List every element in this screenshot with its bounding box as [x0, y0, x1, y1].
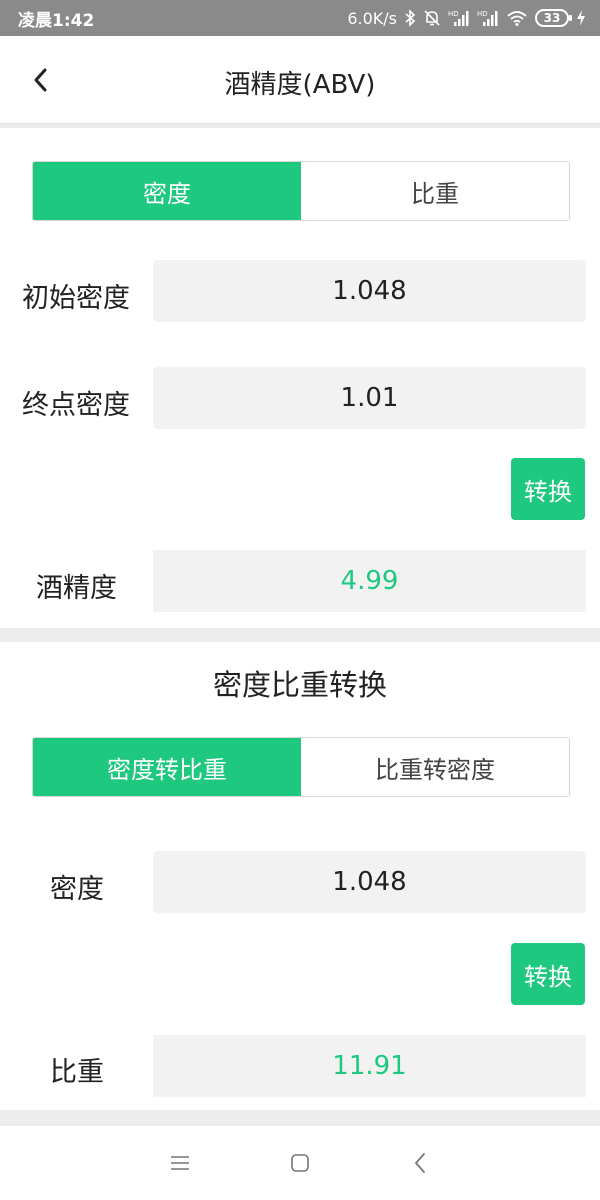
- recents-button[interactable]: [150, 1133, 210, 1193]
- menu-icon: [171, 1156, 189, 1170]
- abv-result-value: 4.99: [153, 550, 586, 612]
- status-time: 凌晨1:42: [18, 10, 95, 31]
- status-icons: 6.0K/s HD HD 33: [347, 9, 586, 28]
- mute-bell-icon: [423, 9, 441, 27]
- density-gravity-conversion-card: 密度比重转换 密度转比重 比重转密度 密度 1.048 转换 比重 11.91: [0, 642, 600, 1110]
- svg-text:HD: HD: [477, 10, 488, 18]
- tab-specific-gravity[interactable]: 比重: [301, 162, 569, 220]
- tab-gravity-to-density[interactable]: 比重转密度: [301, 738, 569, 796]
- abv-calculator-card: 密度 比重 初始密度 1.048 终点密度 1.01 转换 酒精度 4.99: [0, 128, 600, 628]
- abv-convert-button[interactable]: 转换: [511, 458, 585, 520]
- signal-hd-icon: HD: [448, 9, 470, 27]
- tab-density[interactable]: 密度: [33, 162, 301, 220]
- initial-density-label: 初始密度: [22, 283, 130, 314]
- charging-icon: [576, 9, 586, 27]
- app-header: 酒精度(ABV): [0, 36, 600, 124]
- svg-text:HD: HD: [448, 10, 459, 18]
- gravity-result-value: 11.91: [153, 1035, 586, 1097]
- system-back-button[interactable]: [390, 1133, 450, 1193]
- signal-hd-icon: HD: [477, 9, 499, 27]
- page-title: 酒精度(ABV): [224, 70, 376, 100]
- system-nav-bar: [0, 1126, 600, 1200]
- gravity-result-label: 比重: [50, 1057, 104, 1088]
- status-bar: 凌晨1:42 6.0K/s HD HD 33: [0, 0, 600, 36]
- wifi-icon: [506, 9, 528, 27]
- initial-density-input[interactable]: 1.048: [153, 260, 586, 322]
- home-button[interactable]: [270, 1133, 330, 1193]
- final-density-input[interactable]: 1.01: [153, 367, 586, 429]
- battery-icon: 33: [535, 9, 572, 27]
- tab-density-to-gravity[interactable]: 密度转比重: [33, 738, 301, 796]
- bluetooth-icon: [404, 9, 416, 27]
- abv-mode-tabs: 密度 比重: [32, 161, 570, 221]
- home-square-icon: [291, 1154, 309, 1172]
- conversion-section-title: 密度比重转换: [212, 668, 387, 702]
- back-triangle-icon: [414, 1153, 425, 1173]
- abv-result-label: 酒精度: [36, 573, 117, 604]
- density-input[interactable]: 1.048: [153, 851, 586, 913]
- conversion-mode-tabs: 密度转比重 比重转密度: [32, 737, 570, 797]
- final-density-label: 终点密度: [22, 390, 130, 421]
- conversion-convert-button[interactable]: 转换: [511, 943, 585, 1005]
- density-label: 密度: [50, 874, 104, 905]
- network-speed: 6.0K/s: [347, 8, 397, 28]
